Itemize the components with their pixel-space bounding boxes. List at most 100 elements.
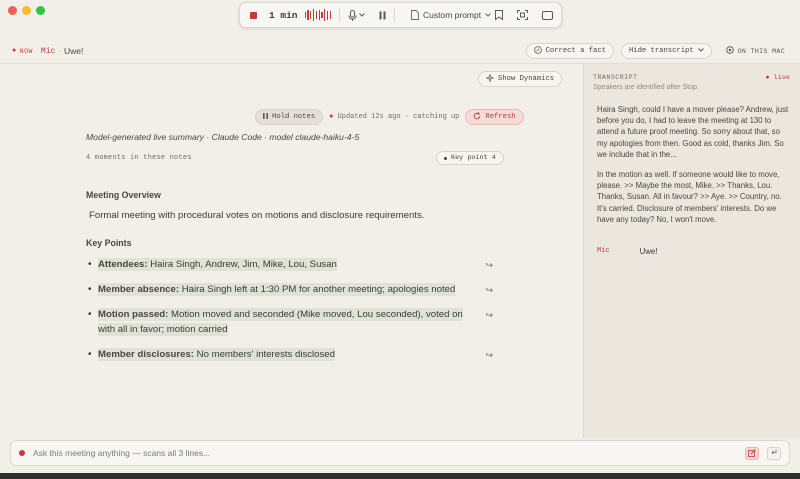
summary-pane: Show Dynamics Hold notes ● Updated 12s a… — [0, 63, 583, 438]
now-label: NOW — [19, 47, 33, 55]
moments-count: 4 moments in these notes — [86, 154, 192, 162]
now-badge: ● NOW — [12, 47, 33, 55]
on-mac-indicator: ON THIS MAC — [719, 43, 792, 59]
mic-icon[interactable] — [348, 9, 357, 21]
key-point-label: Key point 4 — [451, 154, 496, 162]
window-icon[interactable] — [542, 10, 553, 20]
mic-label: Mic — [40, 46, 56, 56]
key-point-item: • Member disclosures: No members' intere… — [88, 347, 493, 363]
jump-to-transcript-icon[interactable]: ↪ — [479, 308, 493, 337]
refresh-label: Refresh — [485, 113, 516, 121]
separator: · — [58, 46, 61, 56]
key-point-text: Haira Singh left at 1:30 PM for another … — [181, 284, 456, 295]
catching-up-text: · catching up — [404, 113, 460, 121]
stop-icon[interactable] — [248, 11, 257, 19]
compose-icon — [748, 444, 756, 462]
waveform-bar — [315, 11, 317, 19]
window-controls — [8, 6, 45, 15]
transcript-paragraph: Haira Singh, could I have a mover please… — [597, 105, 789, 159]
custom-prompt-label: Custom prompt — [422, 10, 482, 20]
transcript-pane: TRANSCRIPT ● live Speakers are identifie… — [583, 63, 800, 438]
bullet: • — [88, 284, 92, 295]
jump-to-transcript-icon[interactable]: ↪ — [479, 348, 493, 363]
show-dynamics-button[interactable]: Show Dynamics — [478, 71, 563, 87]
chevron-down-icon — [485, 13, 491, 17]
key-point-label: Motion passed: — [98, 309, 169, 320]
waveform-bar — [321, 12, 323, 18]
waveform-bar — [326, 10, 329, 20]
model-info-line: Model-generated live summary · Claude Co… — [86, 132, 360, 142]
key-point-text: No members' interests disclosed — [196, 349, 335, 360]
window-bottom-edge — [0, 473, 800, 479]
record-dot-icon — [19, 450, 25, 456]
bookmark-icon[interactable] — [495, 10, 503, 20]
bullet: • — [88, 309, 92, 320]
hide-transcript-label: Hide transcript — [628, 47, 694, 55]
hold-notes-button[interactable]: Hold notes — [255, 109, 324, 125]
on-mac-label: ON THIS MAC — [737, 47, 785, 55]
current-speaker-text: Uwe! — [63, 46, 84, 56]
refresh-button[interactable]: Refresh — [465, 109, 524, 125]
hide-transcript-button[interactable]: Hide transcript — [620, 43, 712, 59]
overview-heading: Meeting Overview — [86, 190, 161, 200]
header-actions: Correct a fact Hide transcript ON THIS M… — [525, 43, 792, 59]
transcript-subtitle: Speakers are identified after Stop. — [593, 84, 699, 91]
key-point-item: • Attendees: Haira Singh, Andrew, Jim, M… — [88, 257, 493, 273]
key-point-label: Attendees: — [98, 259, 148, 270]
transcript-line: Mic Uwe! — [597, 247, 657, 256]
correct-fact-label: Correct a fact — [545, 47, 606, 55]
local-device-icon — [725, 46, 734, 56]
transcript-title: TRANSCRIPT — [593, 74, 638, 81]
waveform-bar — [310, 10, 312, 20]
custom-prompt-dropdown[interactable]: Custom prompt — [411, 10, 491, 20]
audio-waveform — [304, 9, 331, 21]
ask-input[interactable] — [33, 448, 737, 458]
app-window: 1 min Custom prompt ● NOW Mic · Uwe! Cor… — [0, 0, 800, 479]
close-window-button[interactable] — [8, 6, 17, 15]
live-dot-icon: ● — [329, 113, 334, 121]
key-points-heading: Key Points — [86, 238, 132, 248]
chevron-down-icon[interactable] — [359, 13, 365, 17]
show-dynamics-label: Show Dynamics — [498, 75, 555, 83]
hold-notes-label: Hold notes — [272, 113, 316, 121]
minimize-window-button[interactable] — [22, 6, 31, 15]
live-dot-icon: ● — [765, 74, 770, 82]
jump-to-transcript-icon[interactable]: ↪ — [479, 258, 493, 273]
correct-fact-button[interactable]: Correct a fact — [525, 43, 614, 59]
pause-icon[interactable] — [379, 11, 386, 20]
screenshot-icon[interactable] — [517, 10, 528, 20]
enter-key-button[interactable] — [767, 446, 781, 460]
record-dot-icon: ● — [12, 47, 17, 55]
key-point-filter-button[interactable]: Key point 4 — [436, 151, 504, 165]
waveform-bar — [312, 9, 315, 21]
transcript-line-text: Uwe! — [639, 247, 658, 256]
waveform-bar — [304, 11, 306, 19]
sparkle-icon — [485, 72, 495, 85]
ask-bar — [10, 440, 790, 466]
divider — [338, 8, 340, 22]
key-point-label: Member absence: — [98, 284, 180, 295]
key-point-item: • Member absence: Haira Singh left at 1:… — [88, 282, 493, 298]
live-label: live — [773, 74, 790, 82]
pause-icon — [263, 112, 268, 122]
live-indicator: ● live — [765, 74, 790, 82]
dot-icon — [444, 156, 447, 160]
transcript-paragraph: In the motion as well. If someone would … — [597, 170, 782, 224]
chevron-down-icon — [697, 47, 704, 55]
waveform-bar — [329, 11, 331, 19]
recording-timer: 1 min — [269, 9, 298, 21]
waveform-bar — [318, 9, 320, 21]
recorder-toolbar: 1 min Custom prompt — [239, 2, 562, 28]
speaker-label: Mic — [597, 247, 610, 255]
updated-text: Updated 12s ago — [337, 113, 401, 121]
waveform-bar — [324, 9, 326, 21]
jump-to-transcript-icon[interactable]: ↪ — [479, 283, 493, 298]
overview-text: Formal meeting with procedural votes on … — [89, 210, 425, 221]
return-icon — [771, 449, 777, 457]
compose-button[interactable] — [745, 444, 759, 462]
key-point-text: Haira Singh, Andrew, Jim, Mike, Lou, Sus… — [150, 259, 337, 270]
key-point-label: Member disclosures: — [98, 349, 194, 360]
summary-meta-row: Hold notes ● Updated 12s ago · catching … — [255, 109, 524, 125]
waveform-bar — [307, 9, 309, 21]
maximize-window-button[interactable] — [36, 6, 45, 15]
